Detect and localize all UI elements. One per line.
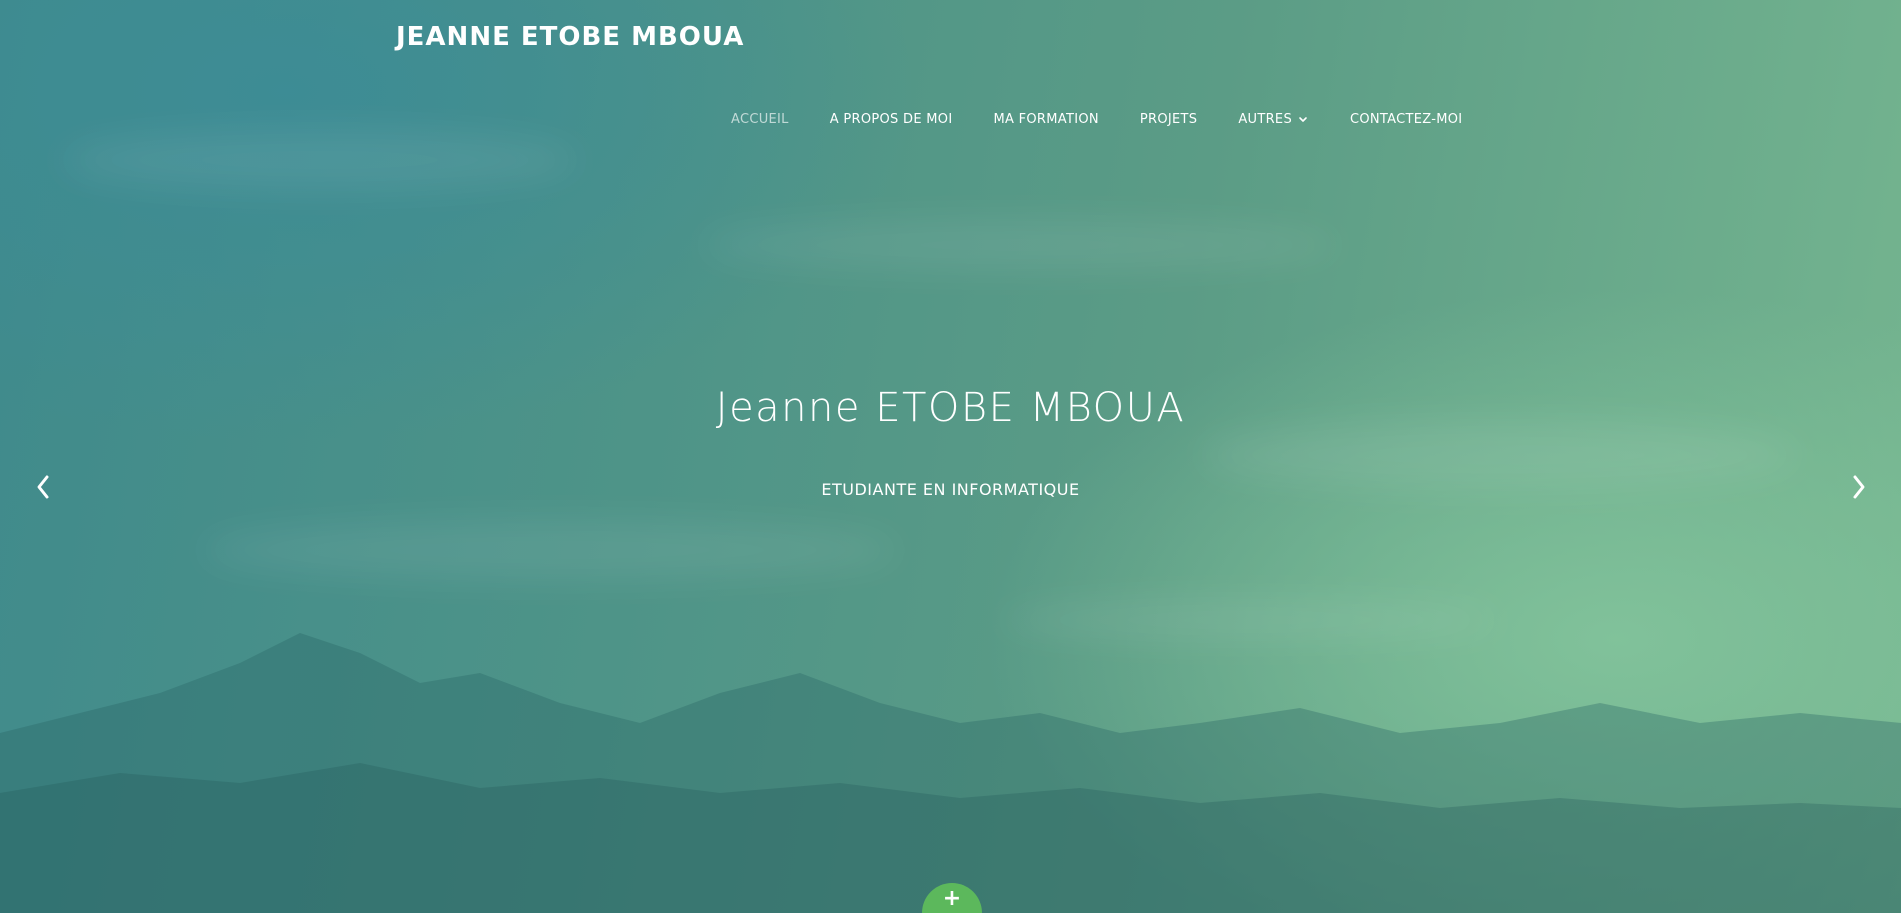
nav-item-accueil[interactable]: ACCUEIL xyxy=(731,112,789,127)
nav-item-projets[interactable]: PROJETS xyxy=(1140,112,1197,127)
site-brand[interactable]: JEANNE ETOBE MBOUA xyxy=(396,22,744,52)
nav-item-label: PROJETS xyxy=(1139,112,1198,127)
carousel-prev-button[interactable] xyxy=(28,470,58,504)
plus-icon: + xyxy=(942,886,962,911)
mountains-background xyxy=(0,633,1901,913)
chevron-left-icon xyxy=(37,475,49,499)
main-nav: ACCUEIL A PROPOS DE MOI MA FORMATION PRO… xyxy=(731,112,1462,127)
cloud-decoration xyxy=(200,520,900,580)
hero-section: JEANNE ETOBE MBOUA ACCUEIL A PROPOS DE M… xyxy=(0,0,1901,913)
carousel-next-button[interactable] xyxy=(1844,470,1874,504)
hero-subtitle: ETUDIANTE EN INFORMATIQUE xyxy=(821,480,1080,499)
cloud-decoration xyxy=(60,130,580,190)
nav-item-label: MA FORMATION xyxy=(993,112,1099,127)
nav-item-label: ACCUEIL xyxy=(731,112,789,127)
nav-item-label: A PROPOS DE MOI xyxy=(829,112,953,127)
nav-item-autres[interactable]: AUTRES xyxy=(1238,112,1309,127)
chevron-right-icon xyxy=(1853,475,1865,499)
nav-item-contact[interactable]: CONTACTEZ-MOI xyxy=(1350,112,1462,127)
nav-item-formation[interactable]: MA FORMATION xyxy=(993,112,1098,127)
chevron-down-icon xyxy=(1299,116,1307,122)
cloud-decoration xyxy=(700,220,1340,270)
nav-item-a-propos[interactable]: A PROPOS DE MOI xyxy=(830,112,953,127)
hero-title: Jeanne ETOBE MBOUA xyxy=(715,385,1186,431)
nav-item-label: CONTACTEZ-MOI xyxy=(1350,112,1463,127)
nav-item-label: AUTRES xyxy=(1238,112,1292,127)
